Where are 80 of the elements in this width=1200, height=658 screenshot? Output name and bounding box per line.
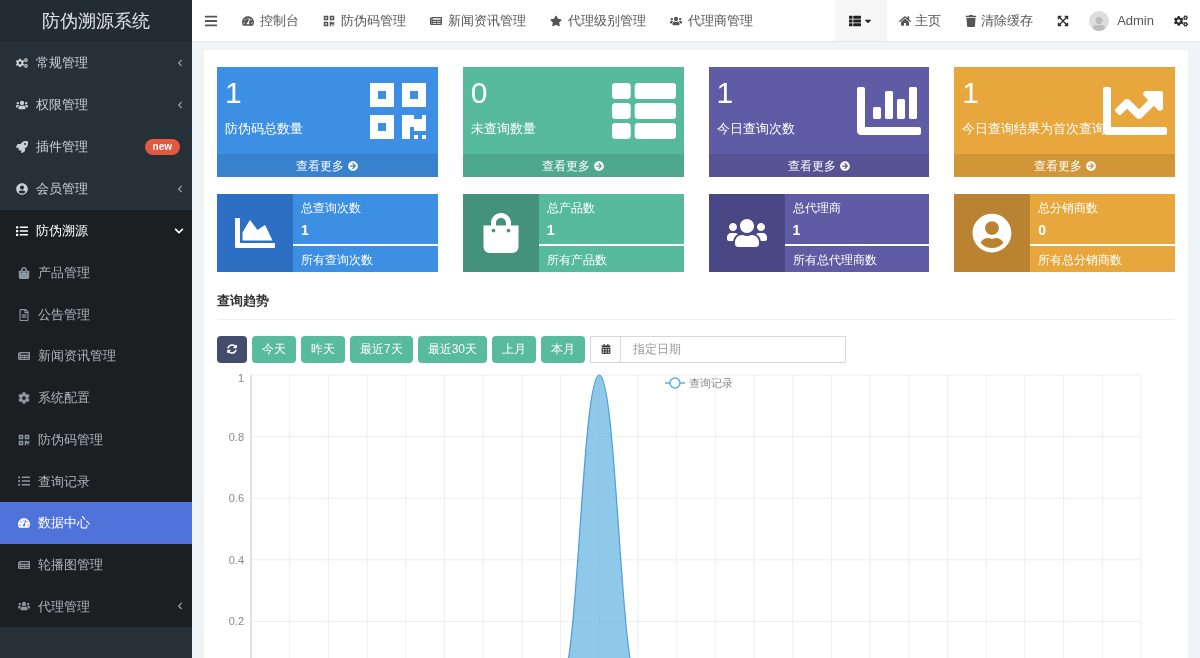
- stat-value: 0: [470, 75, 489, 111]
- dropdown-menu-button[interactable]: [835, 0, 888, 41]
- qr-code-icon: [18, 433, 30, 446]
- sidebar-item[interactable]: 查询记录: [0, 460, 192, 503]
- newspaper-icon: [18, 558, 30, 571]
- bag-icon: [18, 266, 30, 279]
- stat-value: 1: [962, 75, 980, 111]
- gears-icon: [16, 57, 28, 69]
- y-tick-label: 0.6: [228, 491, 244, 504]
- more-link[interactable]: 查看更多: [217, 154, 438, 177]
- info-footer: 所有总分销商数: [1030, 246, 1175, 268]
- stat-label: 防伪码总数量: [225, 120, 304, 138]
- user-name[interactable]: Admin: [1109, 10, 1162, 31]
- nav-link[interactable]: 防伪码管理: [311, 0, 418, 41]
- info-title: 总分销商数: [1037, 200, 1100, 216]
- info-value: 1: [293, 222, 438, 246]
- star-icon: [550, 14, 562, 27]
- stat-label: 未查询数量: [470, 120, 537, 138]
- sidebar-item[interactable]: 轮播图管理: [0, 543, 192, 586]
- more-link[interactable]: 查看更多: [708, 154, 930, 177]
- y-tick-label: 0.2: [228, 614, 244, 627]
- y-tick-label: 0.4: [228, 553, 244, 566]
- list-icon: [18, 475, 30, 488]
- info-footer: 所有产品数: [538, 246, 684, 268]
- new-badge: new: [144, 139, 180, 155]
- list-icon: [849, 14, 862, 27]
- header-link[interactable]: 主页: [887, 0, 954, 41]
- sidebar-item[interactable]: 新闻资讯管理: [0, 335, 192, 378]
- info-value: 1: [784, 222, 930, 246]
- nav-link[interactable]: 代理商管理: [658, 0, 765, 41]
- sidebar-item[interactable]: 产品管理: [0, 252, 192, 294]
- gear-icon: [18, 391, 30, 404]
- info-value: 0: [1030, 222, 1175, 246]
- users-icon: [16, 99, 28, 111]
- newspaper-icon: [18, 350, 30, 363]
- nav-link[interactable]: 控制台: [230, 0, 311, 41]
- sidebar-item[interactable]: 防伪码管理: [0, 418, 192, 461]
- refresh-icon: [227, 344, 237, 354]
- sidebar-item[interactable]: 常规管理: [0, 42, 192, 84]
- users-icon: [18, 600, 30, 613]
- dashboard-icon: [18, 516, 30, 529]
- info-title: 总代理商: [791, 200, 842, 216]
- date-field[interactable]: 指定日期: [621, 335, 847, 363]
- stat-value: 1: [225, 75, 243, 111]
- sidebar-item[interactable]: 插件管理 new: [0, 126, 192, 168]
- section-title: 查询趋势: [217, 291, 1175, 320]
- info-footer: 所有查询次数: [293, 246, 438, 268]
- sidebar-item[interactable]: 数据中心: [0, 502, 192, 544]
- avatar-icon: [1089, 10, 1110, 31]
- legend-marker-icon: [664, 376, 686, 389]
- info-title: 总查询次数: [300, 200, 362, 216]
- list-icon: [16, 225, 28, 237]
- home-icon: [899, 14, 912, 27]
- sidebar-item[interactable]: 系统配置: [0, 377, 192, 419]
- y-tick-label: 1: [237, 371, 244, 384]
- trash-icon: [965, 14, 978, 27]
- users-icon: [670, 14, 682, 27]
- legend-label: 查询记录: [689, 376, 733, 389]
- rocket-icon: [16, 141, 28, 153]
- sidebar-item[interactable]: 代理管理: [0, 585, 192, 628]
- nav-link[interactable]: 新闻资讯管理: [418, 0, 538, 41]
- newspaper-icon: [430, 14, 442, 27]
- sidebar-item[interactable]: 会员管理: [0, 168, 192, 210]
- header-link[interactable]: 清除缓存: [953, 0, 1046, 41]
- sidebar-item[interactable]: 公告管理: [0, 293, 192, 336]
- info-footer: 所有总代理商数: [784, 246, 930, 268]
- sidebar-item[interactable]: 权限管理: [0, 84, 192, 126]
- dashboard-icon: [242, 14, 254, 27]
- nav-link[interactable]: 代理级别管理: [538, 0, 658, 41]
- info-value: 1: [538, 222, 684, 246]
- sidebar-item[interactable]: 防伪溯源: [0, 210, 192, 252]
- app-title: 防伪溯源系统: [0, 0, 192, 42]
- qr-code-icon: [323, 14, 335, 27]
- info-title: 总产品数: [545, 200, 596, 216]
- refresh-button[interactable]: [217, 335, 247, 363]
- stat-value: 1: [716, 75, 735, 111]
- y-tick-label: 0.8: [228, 430, 244, 443]
- stat-label: 今日查询次数: [716, 120, 796, 138]
- calendar-icon: [590, 335, 622, 363]
- document-icon: [18, 308, 30, 321]
